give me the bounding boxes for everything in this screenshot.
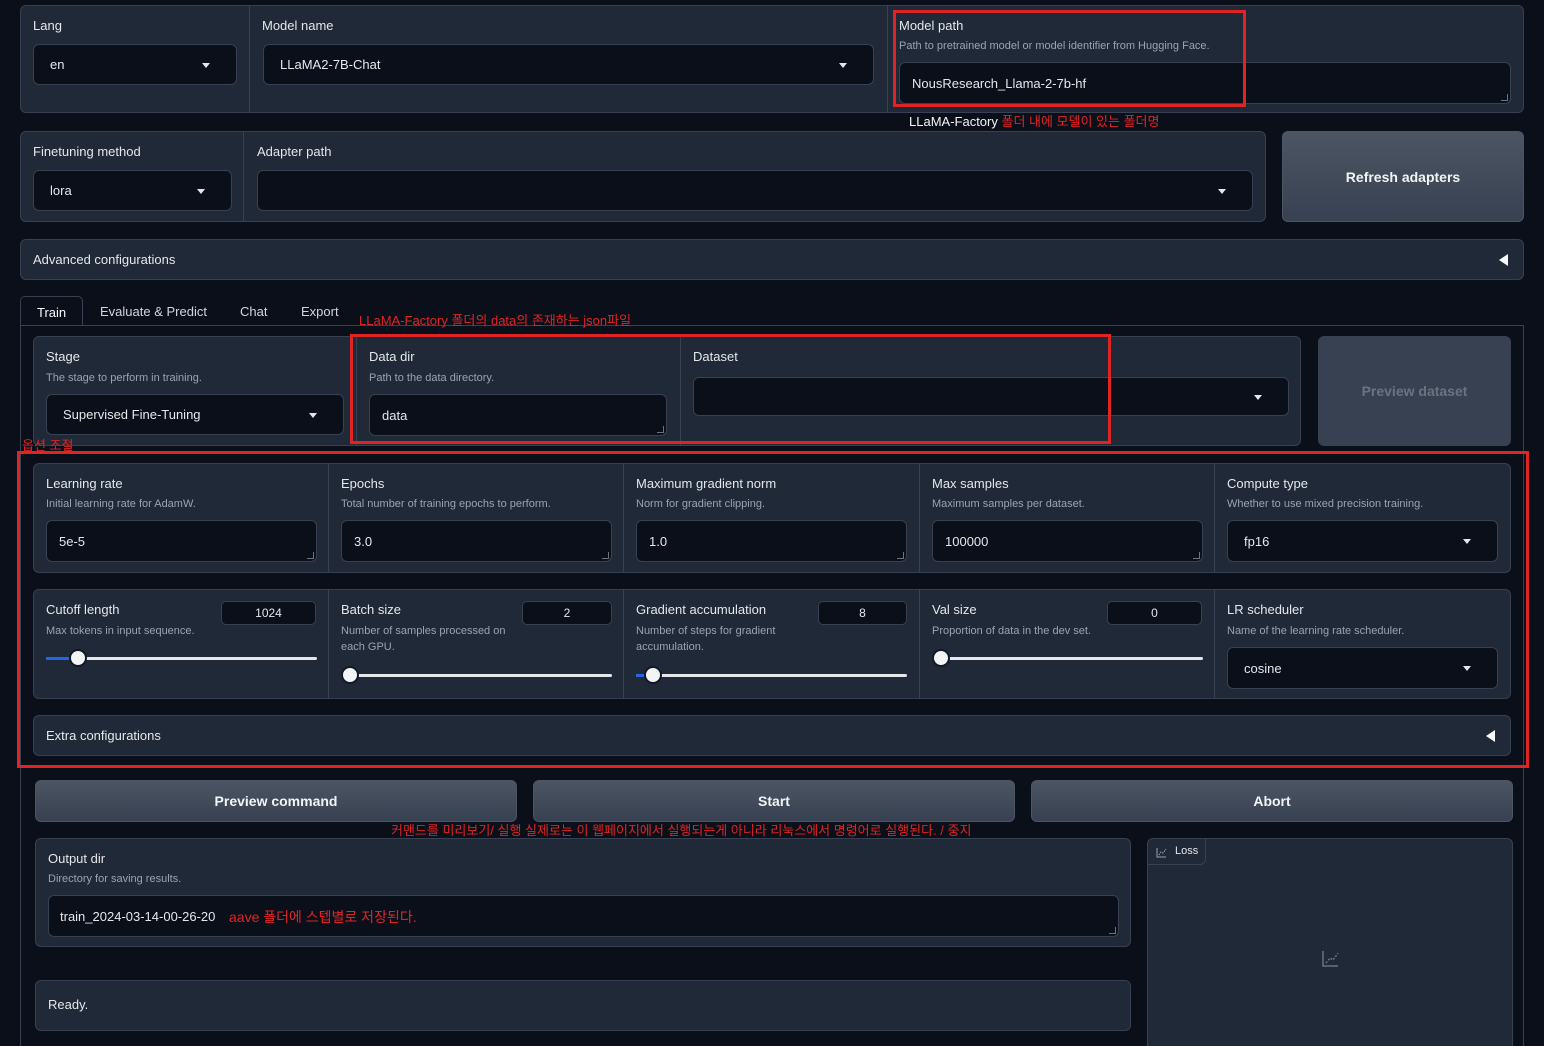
stage-info: The stage to perform in training. (46, 372, 202, 384)
finetuning-value: lora (50, 183, 72, 198)
preview-command-button[interactable]: Preview command (35, 780, 517, 822)
collapse-arrow-icon (1499, 254, 1508, 266)
output-dir-label: Output dir (48, 851, 106, 866)
loss-plot-title: Loss (1175, 845, 1199, 857)
chevron-down-icon (1218, 188, 1226, 194)
start-button[interactable]: Start (533, 780, 1015, 822)
data-note: LLaMA-Factory 폴더의 data의 존재하는 json파일 (359, 313, 632, 328)
stage-dropdown[interactable]: Supervised Fine-Tuning (46, 394, 344, 435)
advanced-config-label: Advanced configurations (33, 252, 176, 267)
model-path-note-text: 폴더 내에 모델이 있는 폴더명 (997, 114, 1160, 129)
data-highlight (350, 334, 1111, 444)
resize-handle-icon[interactable] (1501, 94, 1508, 101)
tab-evaluate-predict[interactable]: Evaluate & Predict (100, 304, 207, 319)
empty-chart-icon (1322, 951, 1339, 967)
model-name-value: LLaMA2-7B-Chat (280, 57, 381, 72)
tab-chat[interactable]: Chat (240, 304, 267, 319)
status-box: Ready. (35, 980, 1131, 1031)
refresh-adapters-button[interactable]: Refresh adapters (1282, 131, 1524, 222)
chart-icon (1156, 848, 1167, 858)
output-dir-panel: Output dir Directory for saving results.… (35, 838, 1131, 947)
model-name-dropdown[interactable]: LLaMA2-7B-Chat (263, 44, 874, 85)
model-name-label: Model name (262, 18, 334, 33)
output-dir-info: Directory for saving results. (48, 873, 182, 885)
finetuning-label: Finetuning method (33, 144, 141, 159)
model-path-highlight (893, 10, 1246, 107)
output-dir-value: train_2024-03-14-00-26-20 (60, 908, 216, 924)
lang-value: en (50, 57, 65, 72)
adapter-path-dropdown[interactable] (257, 170, 1253, 211)
chevron-down-icon (1254, 394, 1262, 400)
options-highlight (17, 451, 1529, 768)
tab-export[interactable]: Export (301, 304, 339, 319)
model-config-panel: Lang en Model name LLaMA2-7B-Chat Model … (20, 5, 1524, 113)
tab-train[interactable]: Train (20, 296, 83, 326)
preview-dataset-button[interactable]: Preview dataset (1318, 336, 1511, 446)
finetuning-dropdown[interactable]: lora (33, 170, 232, 211)
model-path-note: LLaMA-Factory 폴더 내에 모델이 있는 폴더명 (909, 111, 1159, 130)
chevron-down-icon (202, 62, 210, 68)
loss-plot-tag: Loss (1148, 839, 1206, 865)
resize-handle-icon[interactable] (1109, 927, 1116, 934)
lang-dropdown[interactable]: en (33, 44, 237, 85)
output-note: aave 폴더에 스텝별로 저장된다. (229, 909, 417, 925)
stage-label: Stage (46, 349, 80, 364)
tab-train-label: Train (37, 305, 67, 320)
model-path-note-prefix: LLaMA-Factory (909, 114, 998, 129)
chevron-down-icon (197, 188, 205, 194)
finetuning-panel: Finetuning method lora Adapter path (20, 131, 1266, 222)
lang-label: Lang (33, 18, 62, 33)
adapter-path-label: Adapter path (257, 144, 332, 159)
chevron-down-icon (309, 412, 317, 418)
output-dir-input[interactable]: train_2024-03-14-00-26-20 (48, 895, 1119, 937)
stage-value: Supervised Fine-Tuning (63, 407, 201, 422)
command-note: 커맨드를 미리보기/ 실행 실제로는 이 웹페이지에서 실행되는게 아니라 리눅… (391, 823, 972, 838)
chevron-down-icon (839, 62, 847, 68)
status-text: Ready. (48, 997, 89, 1012)
abort-button[interactable]: Abort (1031, 780, 1513, 822)
advanced-config-accordion[interactable]: Advanced configurations (20, 239, 1524, 280)
loss-plot-panel: Loss (1147, 838, 1513, 1046)
